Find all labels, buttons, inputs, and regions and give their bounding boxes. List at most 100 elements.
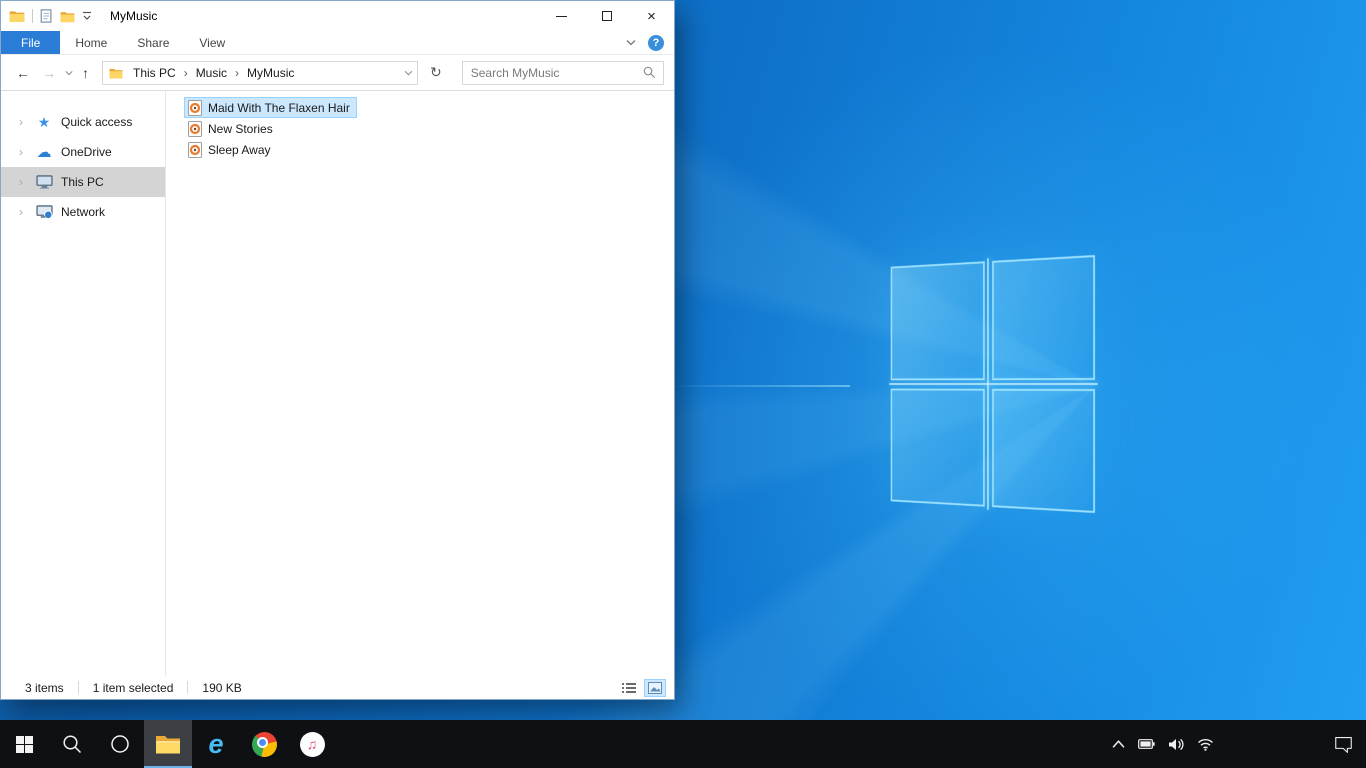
details-view-button[interactable] xyxy=(618,679,640,697)
taskbar: e ♫ xyxy=(0,720,1366,768)
up-button[interactable]: ↑ xyxy=(79,66,92,80)
volume-icon[interactable] xyxy=(1168,738,1184,751)
audio-file-icon xyxy=(188,120,202,137)
action-center-button[interactable] xyxy=(1320,720,1366,768)
file-row[interactable]: Sleep Away xyxy=(184,139,278,160)
chrome-icon xyxy=(251,731,277,757)
customize-toolbar-chevron-icon[interactable] xyxy=(82,11,92,21)
expander-chevron-icon[interactable]: › xyxy=(19,145,27,159)
sidebar-item-label: OneDrive xyxy=(61,145,112,159)
tab-view[interactable]: View xyxy=(184,31,240,54)
back-button[interactable]: ← xyxy=(13,66,33,80)
windows-logo-pane xyxy=(890,388,985,507)
title-bar: MyMusic × xyxy=(1,1,674,31)
search-icon xyxy=(63,735,82,754)
close-icon: × xyxy=(647,7,656,25)
window-body: › ★ Quick access › ☁ OneDrive › This PC … xyxy=(1,91,674,676)
windows-logo-pane xyxy=(890,261,985,380)
maximize-icon xyxy=(601,11,612,21)
breadcrumb-music[interactable]: Music xyxy=(190,66,233,80)
expander-chevron-icon[interactable]: › xyxy=(19,205,27,219)
sidebar-item-this-pc[interactable]: › This PC xyxy=(1,167,165,197)
file-explorer-icon xyxy=(156,736,180,754)
windows-logo-pane xyxy=(991,388,1095,513)
onedrive-cloud-icon: ☁ xyxy=(36,144,52,161)
battery-icon[interactable] xyxy=(1138,738,1155,750)
file-row[interactable]: New Stories xyxy=(184,118,280,139)
taskbar-search-button[interactable] xyxy=(48,720,96,768)
sidebar-item-quick-access[interactable]: › ★ Quick access xyxy=(1,107,165,137)
windows-start-icon xyxy=(15,735,33,753)
taskbar-file-explorer-button[interactable] xyxy=(144,720,192,768)
status-bar: 3 items 1 item selected 190 KB xyxy=(1,676,674,699)
new-folder-icon[interactable] xyxy=(60,10,75,23)
windows-logo-pane xyxy=(991,255,1095,380)
ribbon-right-controls: ? xyxy=(626,31,664,54)
forward-button[interactable]: → xyxy=(39,66,59,80)
quick-access-toolbar xyxy=(9,9,92,23)
address-bar[interactable]: This PC › Music › MyMusic xyxy=(102,60,418,85)
sidebar-item-network[interactable]: › Network xyxy=(1,197,165,227)
maximize-button[interactable] xyxy=(584,1,629,31)
breadcrumb-separator-icon: › xyxy=(235,65,240,80)
details-view-icon xyxy=(622,682,636,693)
search-icon[interactable] xyxy=(643,66,656,79)
breadcrumb-mymusic[interactable]: MyMusic xyxy=(241,66,300,80)
expander-chevron-icon[interactable]: › xyxy=(19,115,27,129)
recent-locations-chevron-icon[interactable] xyxy=(65,70,73,76)
system-tray xyxy=(1112,720,1214,768)
minimize-button[interactable] xyxy=(539,1,584,31)
address-folder-icon xyxy=(109,68,123,78)
selection-size: 190 KB xyxy=(202,680,242,695)
window-title: MyMusic xyxy=(110,9,158,23)
sidebar-item-onedrive[interactable]: › ☁ OneDrive xyxy=(1,137,165,167)
audio-file-icon xyxy=(188,141,202,158)
wifi-icon[interactable] xyxy=(1197,738,1214,751)
app-folder-icon xyxy=(9,11,25,22)
cortana-circle-icon xyxy=(111,735,129,753)
help-icon: ? xyxy=(652,36,660,49)
address-dropdown-chevron-icon[interactable] xyxy=(404,70,413,76)
navigation-bar: ← → ↑ This PC › Music › MyMusic ↻ xyxy=(1,55,674,91)
refresh-button[interactable]: ↻ xyxy=(424,64,448,81)
search-input[interactable] xyxy=(462,65,643,80)
quick-access-star-icon: ★ xyxy=(37,113,51,130)
sidebar-item-label: This PC xyxy=(61,175,104,189)
breadcrumb-separator-icon: › xyxy=(183,65,188,80)
file-row[interactable]: Maid With The Flaxen Hair xyxy=(184,97,357,118)
large-icons-view-icon xyxy=(648,681,662,694)
expander-chevron-icon[interactable]: › xyxy=(19,175,27,189)
taskbar-itunes-button[interactable]: ♫ xyxy=(288,720,336,768)
selection-count: 1 item selected xyxy=(92,680,174,695)
help-button[interactable]: ? xyxy=(648,34,664,51)
minimize-icon xyxy=(556,15,567,17)
taskbar-chrome-button[interactable] xyxy=(240,720,288,768)
breadcrumb-this-pc[interactable]: This PC xyxy=(127,66,182,80)
large-icons-view-button[interactable] xyxy=(644,678,666,697)
expand-ribbon-chevron-icon[interactable] xyxy=(626,39,636,46)
start-button[interactable] xyxy=(0,720,48,768)
toolbar-separator xyxy=(32,9,33,23)
file-name: Maid With The Flaxen Hair xyxy=(208,100,350,115)
tab-home[interactable]: Home xyxy=(60,31,122,54)
ribbon-tab-strip: File Home Share View ? xyxy=(1,31,674,55)
status-divider xyxy=(77,681,79,694)
close-button[interactable]: × xyxy=(629,1,674,31)
status-divider xyxy=(187,681,189,694)
action-center-icon xyxy=(1334,736,1352,753)
taskbar-internet-explorer-button[interactable]: e xyxy=(192,720,240,768)
navigation-pane: › ★ Quick access › ☁ OneDrive › This PC … xyxy=(1,91,166,676)
itunes-icon: ♫ xyxy=(299,731,325,757)
view-toggles xyxy=(618,678,666,697)
tab-file[interactable]: File xyxy=(1,31,61,54)
network-icon xyxy=(35,205,53,219)
sidebar-item-label: Network xyxy=(61,205,106,219)
properties-icon[interactable] xyxy=(40,9,53,23)
window-controls: × xyxy=(539,1,674,31)
light-ray xyxy=(660,385,850,387)
cortana-button[interactable] xyxy=(96,720,144,768)
show-hidden-icons-chevron-icon[interactable] xyxy=(1112,739,1125,749)
windows-logo xyxy=(890,255,1095,513)
breadcrumb: This PC › Music › MyMusic xyxy=(127,66,400,80)
tab-share[interactable]: Share xyxy=(122,31,184,54)
